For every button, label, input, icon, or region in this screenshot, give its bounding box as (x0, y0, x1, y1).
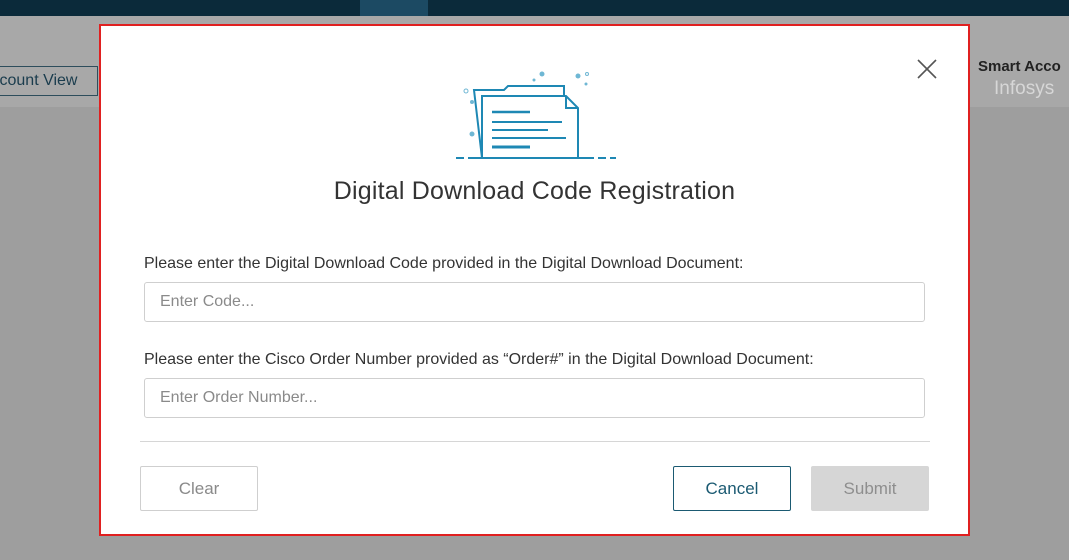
code-label: Please enter the Digital Download Code p… (144, 255, 744, 272)
footer-divider (140, 441, 930, 442)
close-icon[interactable] (916, 58, 938, 80)
registration-modal: Digital Download Code Registration Pleas… (99, 24, 970, 536)
order-number-label: Please enter the Cisco Order Number prov… (144, 351, 814, 368)
cancel-button[interactable]: Cancel (673, 466, 791, 511)
clear-button[interactable]: Clear (140, 466, 258, 511)
top-nav-bar (0, 0, 1069, 16)
account-view-button[interactable]: count View (0, 66, 98, 96)
document-illustration-icon (454, 70, 618, 162)
smart-account-name: Infosys (994, 78, 1055, 99)
submit-button[interactable]: Submit (811, 466, 929, 511)
code-input[interactable] (144, 282, 925, 322)
top-nav-active-tab[interactable] (360, 0, 428, 16)
smart-account-title: Smart Acco (978, 58, 1061, 75)
order-number-input[interactable] (144, 378, 925, 418)
modal-title: Digital Download Code Registration (333, 177, 736, 205)
